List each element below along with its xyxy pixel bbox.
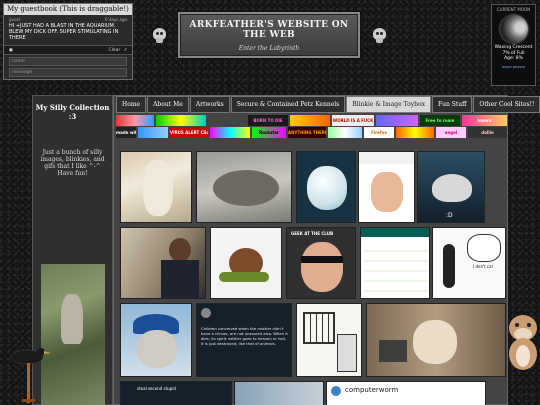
seal-photo[interactable] [196, 151, 292, 223]
obama-photo[interactable] [120, 227, 206, 299]
caption-d: :D [446, 212, 453, 219]
blinkie: dollie [468, 127, 507, 138]
caption-computerworm: computerworm [345, 386, 399, 394]
message-field[interactable]: message [9, 68, 127, 77]
nav-item-cool-sites[interactable]: Other Cool Sites!! [473, 96, 540, 113]
caption-geek: GEEK AT THE CLUB [291, 231, 333, 236]
moon-icon [499, 15, 528, 43]
tweet-screenshot[interactable]: steal second stupid [120, 381, 232, 405]
external-link-icon[interactable]: ↗ [123, 48, 127, 53]
nav-item-about[interactable]: About Me [147, 96, 189, 113]
social-post[interactable]: computerworm [326, 381, 486, 405]
blinkie: VIRUS ALERT Click Here [170, 127, 208, 138]
blinkie [156, 115, 206, 126]
blinkie [138, 127, 168, 138]
puppy-photo[interactable] [366, 303, 506, 377]
blinkie [210, 127, 250, 138]
crow-decoration [3, 339, 55, 405]
blinkie [290, 115, 330, 126]
blinkie: Free to roam [420, 115, 460, 126]
nav-item-fun-stuff[interactable]: Fun Stuff [431, 96, 473, 113]
blob-photo[interactable] [296, 151, 356, 223]
guestbook-entry: guest 6 days ago HI +JUST HAD A BLAST IN… [4, 15, 132, 45]
nav-item-artworks[interactable]: Artworks [189, 96, 230, 113]
blinkie: angel [436, 127, 466, 138]
skull-icon [373, 28, 386, 44]
nav-item-toybox[interactable]: Blinkie & Image Toybox [346, 96, 431, 113]
moon-phase-widget: CURRENT MOON Waxing Crescent 7% of Full … [491, 4, 536, 86]
sidebar-text: Just a bunch of silly images, blinkies, … [40, 149, 105, 177]
blinkie [396, 127, 434, 138]
caption-steal: steal second stupid [137, 386, 176, 391]
blinkie: Rockstar [252, 127, 286, 138]
nav-bar: Home About Me Artworks Secure & Containe… [116, 96, 540, 114]
entry-author: guest [9, 17, 21, 22]
site-header: ARKFEATHER'S WEBSITE ON THE WEB Enter th… [178, 12, 360, 58]
blinkie: lovers [462, 115, 507, 126]
walking-man-comic[interactable]: I don't car [432, 227, 506, 299]
main-content: Home About Me Artworks Secure & Containe… [113, 95, 540, 405]
photo[interactable] [234, 381, 324, 405]
blinkie: BORN TO DIE [248, 115, 288, 126]
clear-button[interactable]: Clear [108, 48, 120, 53]
tweet-screenshot[interactable]: Children conceived when the mother didn'… [196, 303, 292, 377]
entry-text: HI +JUST HAD A BLAST IN THE AQUARIUM. BL… [9, 23, 119, 41]
blinkie: Firefox [364, 127, 394, 138]
dog-photo[interactable] [120, 151, 192, 223]
snail-photo[interactable] [210, 227, 282, 299]
image-gallery: :D GEEK AT THE CLUB I don't car Children… [118, 151, 507, 405]
nav-item-petz-kennels[interactable]: Secure & Contained Petz Kennels [230, 96, 346, 113]
blinkie [376, 115, 418, 126]
blinkie: ANYTHING THERE [288, 127, 326, 138]
nav-item-home[interactable]: Home [116, 96, 147, 113]
geek-photo[interactable]: GEEK AT THE CLUB [286, 227, 356, 299]
blinkie-strip: BORN TO DIE WORLD IS A FUCK Free to roam… [114, 115, 507, 139]
tweet-text: Children conceived when the mother didn'… [201, 326, 288, 346]
moon-link[interactable]: moon phases [492, 65, 535, 69]
cat-hat-photo[interactable] [120, 303, 192, 377]
blinkie: WORLD IS A FUCK [332, 115, 374, 126]
moon-phase: Waxing Crescent [494, 45, 533, 50]
blinkie [328, 127, 362, 138]
bulldog-decoration [506, 312, 540, 372]
shark-photo[interactable]: :D [417, 151, 485, 223]
maze-comic[interactable] [296, 303, 362, 377]
blinkie: made with notepad [116, 127, 136, 138]
name-field[interactable]: name [9, 57, 127, 66]
user-icon[interactable]: ● [9, 48, 13, 53]
moon-age: Age: 8% [504, 56, 523, 61]
caption-care: I don't car [473, 264, 494, 269]
guestbook-toolbar: ● Clear ↗ [4, 45, 132, 55]
blinkie [116, 115, 154, 126]
moon-heading: CURRENT MOON [496, 7, 531, 12]
entry-time: 6 days ago [105, 17, 127, 22]
guestbook-widget[interactable]: My guestbook (This is draggable!) guest … [3, 3, 133, 80]
skull-icon [153, 28, 166, 44]
sidebar-title: My Silly Collection :3 [35, 103, 110, 121]
selfie-photo[interactable] [358, 151, 415, 223]
page-title: ARKFEATHER'S WEBSITE ON THE WEB [189, 20, 349, 40]
guestbook-title[interactable]: My guestbook (This is draggable!) [4, 4, 132, 15]
enter-link[interactable]: Enter the Labyrinth [180, 45, 358, 52]
chat-screenshot[interactable] [360, 227, 430, 299]
